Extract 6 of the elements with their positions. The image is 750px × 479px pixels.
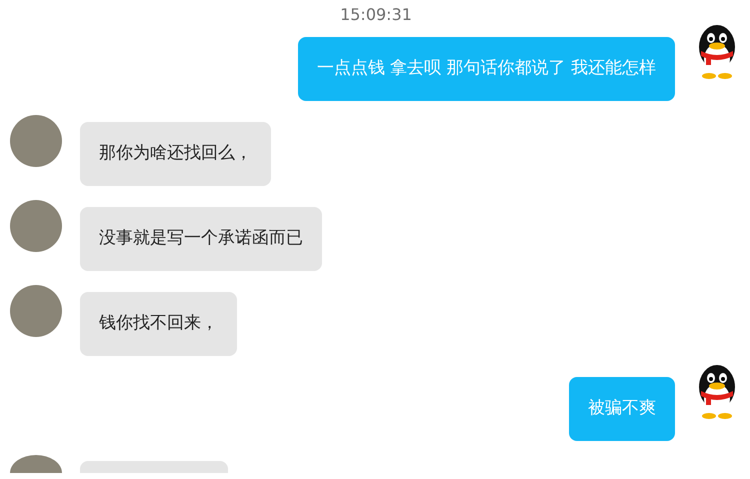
message-bubble: 被骗不爽 xyxy=(569,377,675,441)
timestamp: 15:09:31 xyxy=(339,4,413,26)
message-bubble: 那你为啥还找回么， xyxy=(80,122,271,186)
message-bubble: 钱你找不回来， xyxy=(80,292,237,356)
message-bubble: 没事就是写一个承诺函而已 xyxy=(80,207,322,271)
message-bubble: 一点点钱 拿去呗 那句话你都说了 我还能怎样 xyxy=(298,37,675,101)
